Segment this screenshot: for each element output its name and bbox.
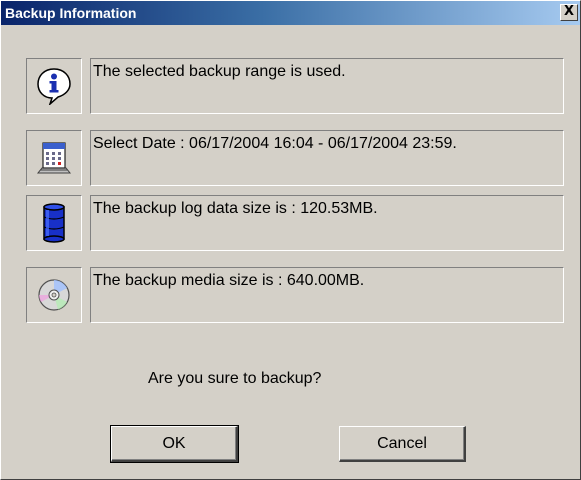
title-bar[interactable]: Backup Information X (1, 1, 580, 25)
calendar-icon (36, 142, 72, 174)
info-icon (37, 68, 71, 105)
cancel-button[interactable]: Cancel (339, 426, 466, 462)
cd-disc-icon (38, 279, 70, 311)
confirm-question: Are you sure to backup? (148, 370, 322, 387)
dialog-title: Backup Information (5, 5, 137, 21)
calendar-icon-frame (26, 130, 82, 186)
media-size-message: The backup media size is : 640.00MB. (90, 267, 564, 323)
database-icon (43, 203, 65, 243)
close-button[interactable]: X (560, 4, 578, 21)
ok-button[interactable]: OK (110, 425, 239, 463)
database-icon-frame (26, 195, 82, 251)
cd-icon-frame (26, 267, 82, 323)
log-size-message: The backup log data size is : 120.53MB. (90, 195, 564, 251)
info-icon-frame (26, 58, 82, 114)
date-message: Select Date : 06/17/2004 16:04 - 06/17/2… (90, 130, 564, 186)
backup-dialog: Backup Information X The selected backup… (0, 0, 581, 480)
range-message: The selected backup range is used. (90, 58, 564, 114)
